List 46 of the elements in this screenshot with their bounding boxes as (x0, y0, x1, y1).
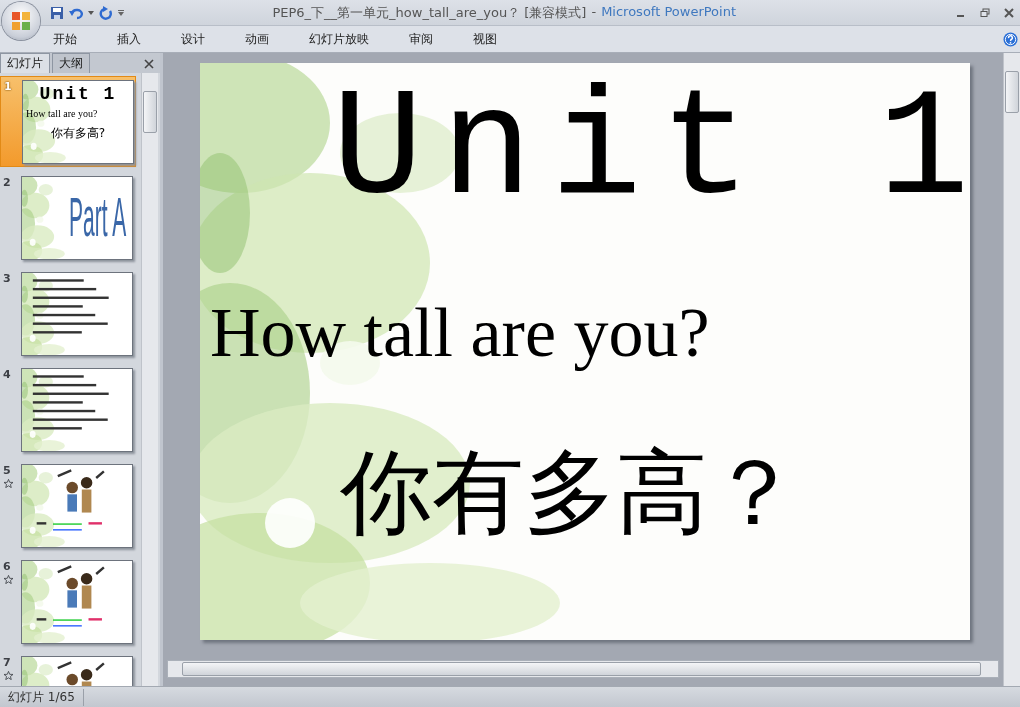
app-name: Microsoft PowerPoint (601, 3, 736, 21)
scrollbar[interactable] (167, 660, 999, 678)
slide-number: 3 (3, 273, 11, 285)
slide-number: 2 (3, 177, 11, 189)
slide-number: 1 (4, 81, 12, 93)
scrollbar[interactable] (1003, 53, 1020, 686)
slide-list-item[interactable]: 4 (0, 364, 139, 455)
slide-list-item[interactable]: 7 (0, 652, 139, 686)
slide-list-item[interactable]: 6 (0, 556, 139, 647)
redo-icon[interactable] (99, 5, 113, 20)
customize-arrow-icon[interactable] (118, 9, 124, 16)
thumbnail-subtitle: How tall are you? (26, 108, 98, 119)
ribbon-tab[interactable]: 设计 (176, 28, 210, 50)
scrollbar[interactable] (141, 73, 158, 686)
slide-number: 5 (3, 465, 11, 477)
slide-number: 4 (3, 369, 11, 381)
save-icon[interactable] (50, 5, 64, 20)
slide-subtitle: How tall are you? (210, 293, 710, 373)
slide-number: 6 (3, 561, 11, 573)
restore-icon[interactable] (980, 7, 990, 18)
slide-number: 7 (3, 657, 11, 669)
thumbnail-chinese-text: 你有多高? (50, 125, 106, 142)
ribbon-tab[interactable]: 开始 (48, 28, 82, 50)
close-icon[interactable] (144, 59, 154, 69)
slide-list-item[interactable]: 2 Part A (0, 172, 139, 263)
panel-tab[interactable]: 大纲 (52, 53, 90, 73)
ribbon-tab[interactable]: 视图 (468, 28, 502, 50)
dropdown-arrow-icon[interactable] (88, 9, 94, 16)
ribbon-tab[interactable]: 幻灯片放映 (304, 28, 374, 50)
slide-title: Unit 1 (332, 67, 970, 237)
title-separator: - (591, 3, 597, 21)
document-title: PEP6_下__第一单元_how_tall_are_you？ [兼容模式] (272, 3, 587, 22)
ribbon-tab[interactable]: 动画 (240, 28, 274, 50)
slide-list-item[interactable]: 1 Unit 1 How tall are you? 你有多高? (0, 76, 136, 167)
ribbon-tab[interactable]: 插入 (112, 28, 146, 50)
slide-list-item[interactable]: 5 (0, 460, 139, 551)
office-logo-icon (11, 11, 31, 31)
slide-chinese-text: 你有多高？ (340, 438, 800, 548)
panel-tab[interactable]: 幻灯片 (0, 53, 50, 73)
slide-list-item[interactable]: 3 (0, 268, 139, 359)
thumbnail-heading: Part A (69, 189, 127, 247)
help-icon[interactable] (1003, 31, 1018, 47)
ribbon-tab[interactable]: 审阅 (404, 28, 438, 50)
thumbnail-title: Unit 1 (39, 84, 117, 104)
close-icon[interactable] (1004, 7, 1014, 18)
slide-counter: 幻灯片 1/65 (0, 688, 84, 706)
